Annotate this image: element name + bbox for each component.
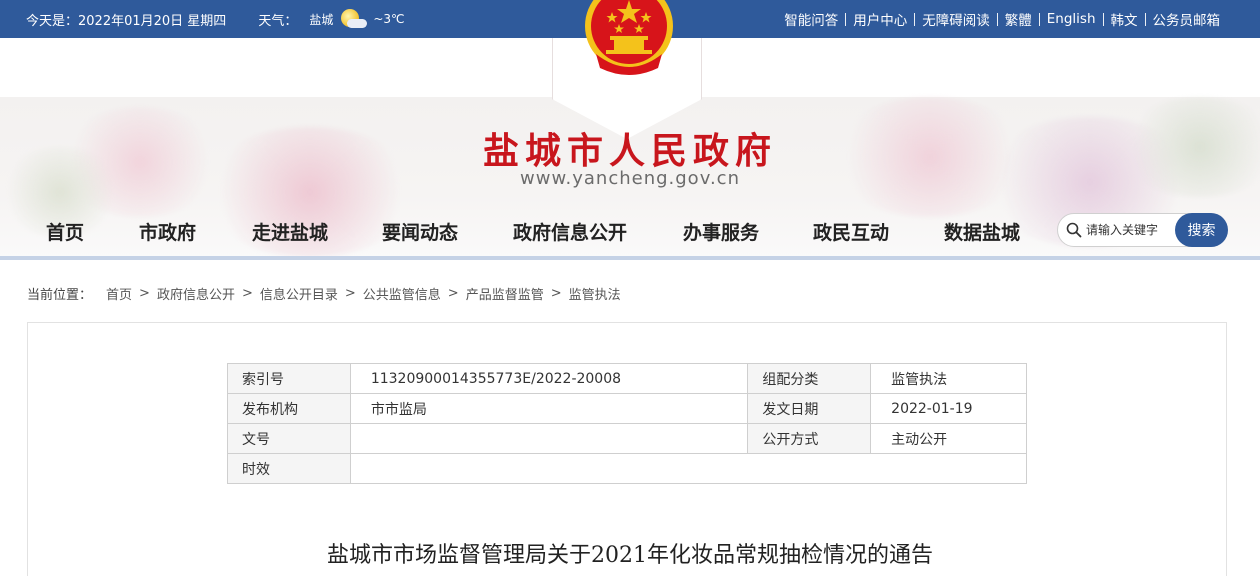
- link-smart-qa[interactable]: 智能问答: [784, 9, 838, 29]
- meta-key: 发布机构: [227, 393, 351, 424]
- link-accessible-reading[interactable]: 无障碍阅读: [922, 9, 990, 29]
- site-url: www.yancheng.gov.cn: [520, 168, 740, 189]
- search-button[interactable]: 搜索: [1175, 213, 1228, 247]
- divider: [996, 12, 998, 26]
- nav-news[interactable]: 要闻动态: [382, 218, 458, 245]
- nav-home[interactable]: 首页: [46, 218, 84, 245]
- meta-value: [349, 423, 749, 454]
- meta-value: [349, 453, 1028, 484]
- search-input[interactable]: [1086, 220, 1174, 240]
- nav-information-disclosure[interactable]: 政府信息公开: [513, 218, 627, 245]
- meta-value: 市市监局: [349, 393, 749, 424]
- link-user-center[interactable]: 用户中心: [853, 9, 907, 29]
- article-title: 盐城市市场监督管理局关于2021年化妆品常规抽检情况的通告: [327, 543, 933, 568]
- table-row: 时效: [227, 453, 1028, 484]
- table-row: 索引号 11320900014355773E/2022-20008 组配分类 监…: [227, 363, 1027, 394]
- divider: [914, 12, 916, 26]
- breadcrumb-product-supervision[interactable]: 产品监督监管: [466, 284, 544, 303]
- nav-data-yancheng[interactable]: 数据盐城: [944, 218, 1020, 245]
- breadcrumb-public-supervision[interactable]: 公共监管信息: [363, 284, 441, 303]
- link-english[interactable]: English: [1047, 11, 1096, 27]
- link-traditional-chinese[interactable]: 繁體: [1005, 9, 1032, 29]
- link-civil-servant-mail[interactable]: 公务员邮箱: [1153, 9, 1221, 29]
- current-date: 今天是：2022年01月20日 星期四: [26, 13, 227, 29]
- national-emblem-icon: [585, 0, 673, 75]
- meta-key: 时效: [227, 453, 351, 484]
- breadcrumb-separator: >: [447, 285, 459, 301]
- meta-key: 索引号: [227, 363, 351, 394]
- divider: [1144, 12, 1146, 26]
- breadcrumb-separator: >: [241, 285, 253, 301]
- table-row: 发布机构 市市监局 发文日期 2022-01-19: [227, 393, 1027, 424]
- divider: [1038, 12, 1040, 26]
- meta-key: 文号: [227, 423, 351, 454]
- link-korean[interactable]: 韩文: [1111, 9, 1138, 29]
- top-bar-links: 智能问答 用户中心 无障碍阅读 繁體 English 韩文 公务员邮箱: [784, 0, 1220, 38]
- partly-sunny-icon: [337, 8, 368, 30]
- weather-temperature: ~3℃: [373, 12, 405, 26]
- search-icon: [1066, 222, 1082, 238]
- divider: [845, 12, 847, 26]
- top-bar-info: 今天是：2022年01月20日 星期四 天气： 盐城 ~3℃: [26, 0, 405, 38]
- table-row: 文号 公开方式 主动公开: [227, 423, 1027, 454]
- nav-services[interactable]: 办事服务: [683, 218, 759, 245]
- breadcrumb: 当前位置： 首页 > 政府信息公开 > 信息公开目录 > 公共监管信息 > 产品…: [27, 283, 621, 303]
- breadcrumb-separator: >: [344, 285, 356, 301]
- nav-about-yancheng[interactable]: 走进盐城: [252, 218, 328, 245]
- meta-value: 监管执法: [870, 363, 1027, 394]
- breadcrumb-home[interactable]: 首页: [106, 284, 132, 303]
- meta-value: 11320900014355773E/2022-20008: [349, 363, 749, 394]
- search-box: 搜索: [1057, 213, 1228, 247]
- nav-interaction[interactable]: 政民互动: [813, 218, 889, 245]
- meta-value: 2022-01-19: [870, 393, 1027, 424]
- meta-key: 公开方式: [747, 423, 872, 454]
- breadcrumb-information-disclosure[interactable]: 政府信息公开: [157, 284, 235, 303]
- breadcrumb-separator: >: [139, 285, 150, 301]
- weather-city: 盐城: [309, 12, 334, 27]
- nav-divider: [0, 256, 1260, 260]
- weather-label: 天气：: [258, 13, 298, 29]
- site-title: 盐城市人民政府: [482, 131, 777, 172]
- breadcrumb-disclosure-catalog[interactable]: 信息公开目录: [260, 284, 338, 303]
- meta-key: 发文日期: [747, 393, 872, 424]
- meta-value: 主动公开: [870, 423, 1027, 454]
- breadcrumb-label: 当前位置：: [27, 287, 93, 303]
- breadcrumb-enforcement[interactable]: 监管执法: [569, 284, 621, 303]
- document-metadata-table: 索引号 11320900014355773E/2022-20008 组配分类 监…: [227, 363, 1028, 484]
- breadcrumb-separator: >: [550, 285, 562, 301]
- divider: [1102, 12, 1104, 26]
- meta-key: 组配分类: [747, 363, 872, 394]
- nav-city-government[interactable]: 市政府: [139, 218, 196, 245]
